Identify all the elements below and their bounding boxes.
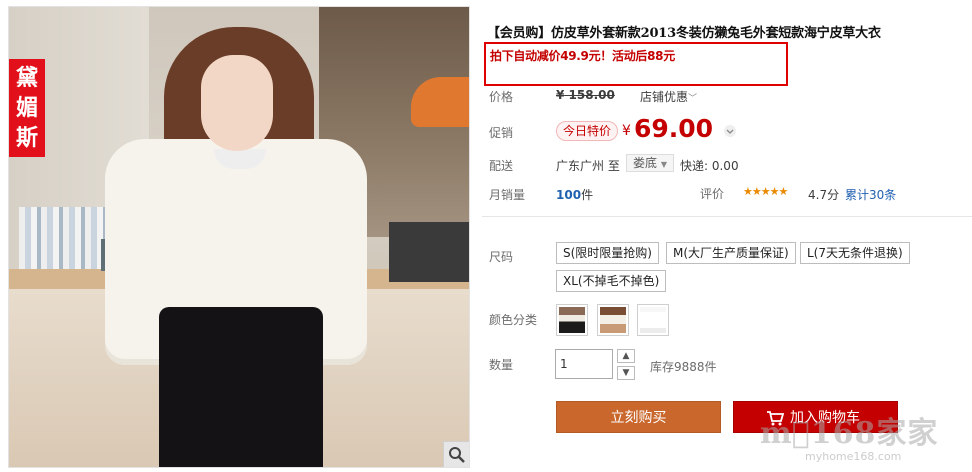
monthly-sales-unit: 件 xyxy=(581,188,594,202)
photo-books xyxy=(19,207,109,269)
quantity-increase-button[interactable]: ▲ xyxy=(617,349,635,363)
shop-discount-label: 店铺优惠 xyxy=(640,90,689,104)
shipping-to-prefix: 至 xyxy=(607,159,620,173)
photo-orange-hat xyxy=(411,77,469,127)
today-special-badge: 今日特价 xyxy=(556,121,619,141)
photo-coffee-machine xyxy=(389,222,469,282)
caret-down-icon: ▼ xyxy=(622,368,630,378)
rating-score: 4.7分 xyxy=(808,188,840,202)
stock-count: 库存9888件 xyxy=(650,360,717,374)
shipping-destination: 娄底 xyxy=(633,156,658,170)
color-swatch-brown[interactable] xyxy=(597,304,629,336)
monthly-sales: 100件 xyxy=(556,186,593,203)
monthly-sales-label: 月销量 xyxy=(489,188,526,202)
quantity-label: 数量 xyxy=(489,358,514,372)
promotion-label: 促销 xyxy=(489,126,514,140)
monthly-sales-count: 100 xyxy=(556,188,582,202)
price-label: 价格 xyxy=(489,90,514,104)
shipping-label: 配送 xyxy=(489,159,514,173)
magnifier-icon xyxy=(449,447,465,463)
original-price: ¥ 158.00 xyxy=(556,88,615,102)
chevron-down-icon: ﹀ xyxy=(688,94,698,104)
color-swatch-white[interactable] xyxy=(637,304,669,336)
rating-stars: ★★★★★ xyxy=(743,185,788,198)
rating-label: 评价 xyxy=(700,187,725,201)
shop-discount-dropdown[interactable]: 店铺优惠﹀ xyxy=(640,88,697,105)
size-option-l[interactable]: L(7天无条件退换) xyxy=(800,242,910,264)
swatch-thumbnail xyxy=(640,307,666,333)
size-option-xl[interactable]: XL(不掉毛不掉色) xyxy=(556,270,667,292)
product-main-image[interactable]: 黛媚斯 xyxy=(8,6,470,468)
shipping-destination-select[interactable]: 娄底 ▼ xyxy=(626,154,674,172)
color-swatch-black[interactable] xyxy=(556,304,588,336)
original-price-currency: ¥ xyxy=(556,88,565,102)
shipping-fee: 快递: 0.00 xyxy=(680,159,739,173)
swatch-thumbnail xyxy=(600,307,626,333)
brand-badge: 黛媚斯 xyxy=(9,59,45,157)
site-watermark: m⃝168家家 xyxy=(760,416,939,451)
chevron-down-icon xyxy=(726,129,734,134)
promo-price: 69.00 xyxy=(634,114,714,143)
site-watermark-url: myhome168.com xyxy=(805,450,902,463)
quantity-decrease-button[interactable]: ▼ xyxy=(617,366,635,380)
caret-up-icon: ▲ xyxy=(622,351,630,361)
color-label: 颜色分类 xyxy=(489,313,538,327)
quantity-input[interactable] xyxy=(555,349,613,379)
size-option-s[interactable]: S(限时限量抢购) xyxy=(556,242,659,264)
product-title: 【会员购】仿皮草外套新款2013冬装仿獭兔毛外套短款海宁皮草大衣 xyxy=(487,26,881,41)
promo-note: 拍下自动减价49.9元！活动后88元 xyxy=(490,49,675,63)
promo-currency: ¥ xyxy=(622,123,631,139)
photo-model-face xyxy=(201,55,273,151)
original-price-value: 158.00 xyxy=(568,88,615,102)
shipping-from: 广东广州 至 xyxy=(556,157,620,174)
zoom-button[interactable] xyxy=(443,441,469,467)
section-divider xyxy=(482,216,972,217)
price-expand-button[interactable] xyxy=(724,125,736,137)
size-label: 尺码 xyxy=(489,250,514,264)
swatch-thumbnail xyxy=(559,307,585,333)
caret-down-icon: ▼ xyxy=(660,160,667,169)
buy-now-button[interactable]: 立刻购买 xyxy=(556,401,721,433)
shipping-origin: 广东广州 xyxy=(556,159,605,173)
photo-model-skirt xyxy=(159,307,323,467)
size-option-m[interactable]: M(大厂生产质量保证) xyxy=(666,242,796,264)
review-count-link[interactable]: 累计30条 xyxy=(845,186,896,203)
